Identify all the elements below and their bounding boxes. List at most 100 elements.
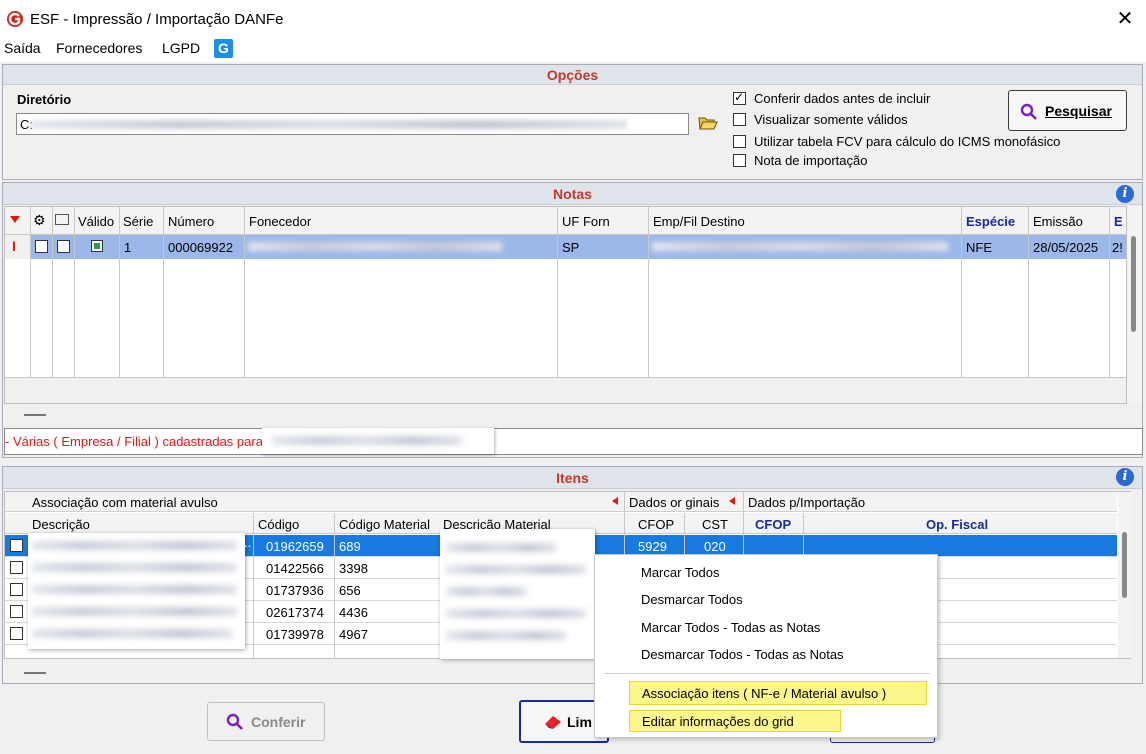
notes-emissao: 28/05/2025: [1033, 240, 1099, 255]
notes-especie: NFE: [966, 240, 992, 255]
label-fcv: Utilizar tabela FCV para cálculo do ICMS…: [754, 134, 1061, 149]
col-descricao[interactable]: Descrição: [32, 517, 90, 532]
item-codigo: 01422566: [266, 561, 324, 576]
col-codigo[interactable]: Código: [258, 517, 299, 532]
status-field: - Várias ( Empresa / Filial ) cadastrada…: [4, 428, 1143, 455]
collapse-left-icon-2[interactable]: [729, 497, 735, 505]
menu-divider: [604, 673, 930, 674]
item-check-3[interactable]: [10, 583, 23, 596]
app-logo-icon: [6, 10, 24, 28]
menu-desmarcar-todas-notas[interactable]: Desmarcar Todos - Todas as Notas: [641, 647, 844, 662]
search-icon: [1020, 103, 1037, 120]
close-button[interactable]: ✕: [1112, 6, 1138, 32]
items-info-icon[interactable]: i: [1116, 468, 1134, 486]
label-visualizar: Visualizar somente válidos: [754, 112, 908, 127]
col-codigo-material[interactable]: Código Material: [339, 517, 430, 532]
row-indicator: [5, 235, 30, 259]
material-redacted-box: [440, 529, 595, 659]
status-redacted-box: [262, 428, 494, 454]
col-extra[interactable]: E: [1114, 214, 1123, 229]
notes-header: Notas: [3, 183, 1142, 205]
label-conferir: Conferir dados antes de incluir: [754, 91, 931, 106]
conferir-button[interactable]: Conferir: [207, 702, 325, 741]
menu-desmarcar-todos[interactable]: Desmarcar Todos: [641, 592, 743, 607]
checkbox-fcv[interactable]: [733, 135, 746, 148]
item-codigo: 02617374: [266, 605, 324, 620]
notes-info-icon[interactable]: i: [1116, 185, 1134, 203]
sort-down-icon[interactable]: [10, 216, 20, 223]
list-icon[interactable]: [55, 214, 69, 225]
item-check-1[interactable]: [10, 539, 23, 552]
notes-scrollbar[interactable]: [1127, 206, 1141, 404]
status-text: - Várias ( Empresa / Filial ) cadastrada…: [5, 434, 263, 449]
notes-serie: 1: [124, 240, 132, 255]
collapse-left-icon[interactable]: [612, 497, 618, 505]
item-check-2[interactable]: [10, 561, 23, 574]
eraser-icon: [545, 716, 561, 729]
label-importacao: Nota de importação: [754, 153, 868, 168]
item-cfop: 5929: [638, 539, 667, 554]
items-header: Itens: [3, 467, 1142, 489]
text-cursor-icon: I: [12, 238, 16, 254]
valid-indicator: [91, 240, 103, 252]
notes-row-check1[interactable]: [35, 240, 48, 253]
item-cod-mat: 4967: [339, 627, 368, 642]
conferir-label: Conferir: [251, 714, 306, 730]
col-numero[interactable]: Número: [168, 214, 214, 229]
window-title: ESF - Impressão / Importação DANFe: [30, 11, 284, 28]
group-associacao: Associação com material avulso: [32, 495, 218, 510]
notes-splitter[interactable]: [24, 414, 46, 416]
item-check-5[interactable]: [10, 627, 23, 640]
menu-saida[interactable]: Saída: [4, 40, 41, 56]
menu-associacao-itens[interactable]: Associação itens ( NF-e / Material avuls…: [629, 681, 927, 705]
checkbox-visualizar[interactable]: [733, 113, 746, 126]
col-valido[interactable]: Válido: [78, 214, 114, 229]
directory-label: Diretório: [17, 92, 72, 107]
notes-row-check2[interactable]: [57, 240, 70, 253]
item-cst: 020: [704, 539, 726, 554]
options-header: Opções: [3, 65, 1142, 85]
item-cod-mat: 4436: [339, 605, 368, 620]
destination-redacted: [652, 242, 948, 251]
search-icon: [226, 713, 243, 730]
group-dados-importacao: Dados p/Importação: [748, 495, 866, 510]
notes-grid-footer: [5, 377, 1126, 403]
menu-marcar-todas-notas[interactable]: Marcar Todos - Todas as Notas: [641, 620, 820, 635]
col-serie[interactable]: Série: [123, 214, 153, 229]
items-scrollbar[interactable]: [1118, 492, 1131, 658]
checkbox-conferir[interactable]: [733, 90, 746, 105]
supplier-redacted: [248, 242, 502, 251]
col-emissao[interactable]: Emissão: [1033, 214, 1083, 229]
notes-extra: 2!: [1112, 240, 1123, 255]
col-cfop-import[interactable]: CFOP: [755, 517, 791, 532]
item-codigo: 01737936: [266, 583, 324, 598]
folder-open-icon[interactable]: [698, 115, 718, 131]
item-cod-mat: 656: [339, 583, 361, 598]
menu-fornecedores[interactable]: Fornecedores: [56, 40, 142, 56]
col-especie[interactable]: Espécie: [966, 214, 1015, 229]
directory-input[interactable]: C:: [16, 113, 689, 135]
col-cst[interactable]: CST: [702, 517, 728, 532]
item-codigo: 01739978: [266, 627, 324, 642]
menu-marcar-todos[interactable]: Marcar Todos: [641, 565, 720, 580]
item-cod-mat: 689: [339, 539, 361, 554]
item-codigo: 01962659: [266, 539, 324, 554]
checkbox-importacao[interactable]: [733, 154, 746, 167]
col-uf[interactable]: UF Forn: [562, 214, 610, 229]
menu-editar-grid[interactable]: Editar informações do grid: [629, 710, 841, 732]
search-button[interactable]: Pesquisar: [1008, 90, 1127, 131]
col-fornecedor[interactable]: Fonecedor: [249, 214, 311, 229]
col-op-fiscal[interactable]: Op. Fiscal: [926, 517, 988, 532]
items-splitter[interactable]: [24, 672, 46, 674]
col-cfop-orig[interactable]: CFOP: [638, 517, 674, 532]
item-cod-mat: 3398: [339, 561, 368, 576]
print-options-icon[interactable]: ⚙: [33, 212, 46, 229]
search-button-label: Pesquisar: [1045, 103, 1112, 119]
item-check-4[interactable]: [10, 605, 23, 618]
group-dados-originais: Dados or ginais: [629, 495, 720, 510]
notes-numero: 000069922: [168, 240, 234, 255]
menu-lgpd[interactable]: LGPD: [162, 40, 200, 56]
g-logo-icon[interactable]: G: [214, 39, 233, 58]
col-destino[interactable]: Emp/Fil Destino: [653, 214, 745, 229]
notes-uf: SP: [562, 240, 580, 255]
